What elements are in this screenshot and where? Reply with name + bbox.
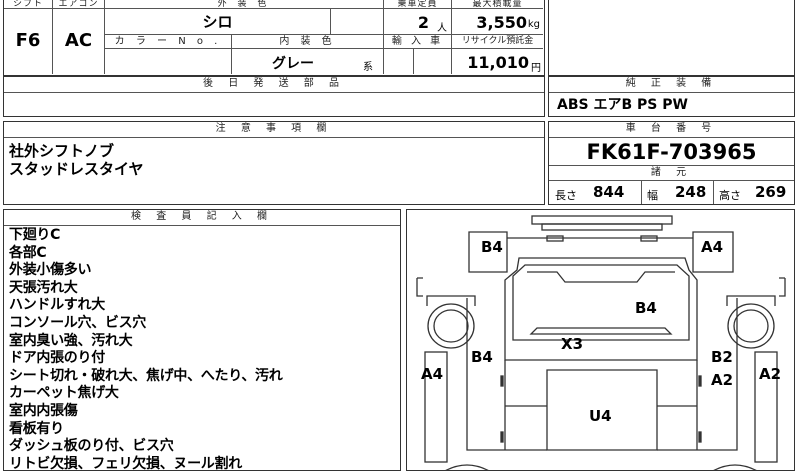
length-label: 長さ <box>555 189 577 202</box>
color-no-value <box>105 49 232 74</box>
inspector-line: コンソール穴、ビス穴 <box>9 314 146 331</box>
exterior-color-extra <box>331 9 384 35</box>
inspector-line: リトビ欠損、フェリ欠損、ヌール割れ <box>9 455 242 472</box>
width-value: 248 <box>675 183 707 201</box>
inspector-line: ダッシュ板のり付、ビス穴 <box>9 438 174 455</box>
later-parts-box: 後 日 発 送 部 品 <box>3 76 545 117</box>
shift-header: シフト <box>4 0 53 9</box>
recycle-header: リサイクル預託金 <box>452 35 543 49</box>
inspector-line: 看板有り <box>9 420 64 437</box>
inspector-line: ハンドルすれ大 <box>9 297 105 314</box>
length-value: 844 <box>593 183 625 201</box>
height-value: 269 <box>755 183 787 201</box>
inspector-line: ドア内張のり付 <box>9 350 105 367</box>
dims-header: 諸 元 <box>549 165 794 181</box>
genuine-equipment-box: 純 正 装 備 ABS エアB PS PW <box>548 76 795 117</box>
width-label: 幅 <box>647 189 658 202</box>
length-cell: 長さ 844 <box>549 180 642 204</box>
top-table: シフト エアコン 外 装 色 乗車定員 最大積載量 F6 AC シロ 2 人 3… <box>3 0 545 76</box>
inspector-line: 下廻りC <box>9 227 61 243</box>
recycle-unit: 円 <box>531 63 541 74</box>
max-load-cell: 3,550 kg <box>452 9 543 35</box>
genuine-equipment-header: 純 正 装 備 <box>549 77 794 93</box>
mark-windshield: X3 <box>561 335 583 353</box>
capacity-unit: 人 <box>437 23 447 34</box>
top-right-blank <box>548 0 795 76</box>
capacity-cell: 2 人 <box>384 9 452 35</box>
notes-line: 社外シフトノブ <box>9 142 115 160</box>
chassis-box: 車 台 番 号 FK61F-703965 諸 元 長さ 844 幅 248 高さ… <box>548 121 795 205</box>
import-header: 輸 入 車 <box>384 35 452 49</box>
interior-color-value: グレー <box>272 56 314 72</box>
vehicle-diagram-box: B4 A4 B4 X3 B4 A4 B2 A2 A2 U4 <box>406 209 795 471</box>
notes-box: 注 意 事 項 欄 社外シフトノブ スタッドレスタイヤ <box>3 121 545 205</box>
notes-line: スタッドレスタイヤ <box>9 160 144 178</box>
interior-color-header: 内 装 色 <box>232 35 384 49</box>
recycle-cell: 11,010 円 <box>452 49 543 74</box>
chassis-number: FK61F-703965 <box>586 140 757 164</box>
import-value-a <box>384 49 414 74</box>
height-cell: 高さ 269 <box>713 180 794 204</box>
import-value-b <box>414 49 452 74</box>
dims-row: 長さ 844 幅 248 高さ 269 <box>549 180 794 204</box>
truck-outline-diagram: B4 A4 B4 X3 B4 A4 B2 A2 A2 U4 <box>416 215 786 470</box>
aircon-value: AC <box>53 9 105 74</box>
inspector-line: カーペット焦げ大 <box>9 385 119 402</box>
recycle-value: 11,010 <box>467 53 529 72</box>
inspector-list: 下廻りC 各部C 外装小傷多い 天張汚れ大 ハンドルすれ大 コンソール穴、ビス穴… <box>9 227 283 473</box>
height-label: 高さ <box>719 189 741 202</box>
notes-list: 社外シフトノブ スタッドレスタイヤ <box>9 142 144 178</box>
notes-header: 注 意 事 項 欄 <box>4 122 544 138</box>
interior-color-cell: グレー 系 <box>232 49 384 74</box>
inspector-line: 外装小傷多い <box>9 262 92 279</box>
shift-value: F6 <box>4 9 53 74</box>
mark-right-front-door: B2 <box>711 348 733 366</box>
inspector-line: 各部C <box>9 244 47 261</box>
mark-right-front-door-2: A2 <box>711 371 733 389</box>
color-no-header: カ ラ ー N o . <box>105 35 232 49</box>
mark-left-side: A4 <box>421 365 443 383</box>
exterior-color-value: シロ <box>105 9 331 35</box>
width-cell: 幅 248 <box>641 180 714 204</box>
mark-hood: B4 <box>635 299 657 317</box>
inspector-box: 検 査 員 記 入 欄 下廻りC 各部C 外装小傷多い 天張汚れ大 ハンドルすれ… <box>3 209 401 473</box>
exterior-color-header: 外 装 色 <box>105 0 384 9</box>
genuine-equipment-value: ABS エアB PS PW <box>557 97 688 113</box>
interior-color-suffix: 系 <box>363 62 373 73</box>
mark-right-front-corner: A4 <box>701 238 723 256</box>
later-parts-header: 後 日 発 送 部 品 <box>4 77 544 93</box>
inspector-line: 天張汚れ大 <box>9 279 78 296</box>
inspector-header: 検 査 員 記 入 欄 <box>4 210 400 226</box>
inspector-line: 室内臭い強、汚れ大 <box>9 332 133 349</box>
capacity-value: 2 <box>417 13 429 32</box>
mark-left-front-door: B4 <box>471 348 493 366</box>
inspector-line: 室内内張傷 <box>9 402 78 419</box>
chassis-header: 車 台 番 号 <box>549 122 794 138</box>
max-load-value: 3,550 <box>476 13 527 32</box>
capacity-header: 乗車定員 <box>384 0 452 9</box>
inspector-line: シート切れ・破れ大、焦げ中、へたり、汚れ <box>9 367 283 384</box>
max-load-unit: kg <box>527 19 540 30</box>
aircon-header: エアコン <box>53 0 105 9</box>
mark-cargo: U4 <box>589 407 612 425</box>
max-load-header: 最大積載量 <box>452 0 543 9</box>
mark-right-side: A2 <box>759 365 781 383</box>
mark-left-front-corner: B4 <box>481 238 503 256</box>
